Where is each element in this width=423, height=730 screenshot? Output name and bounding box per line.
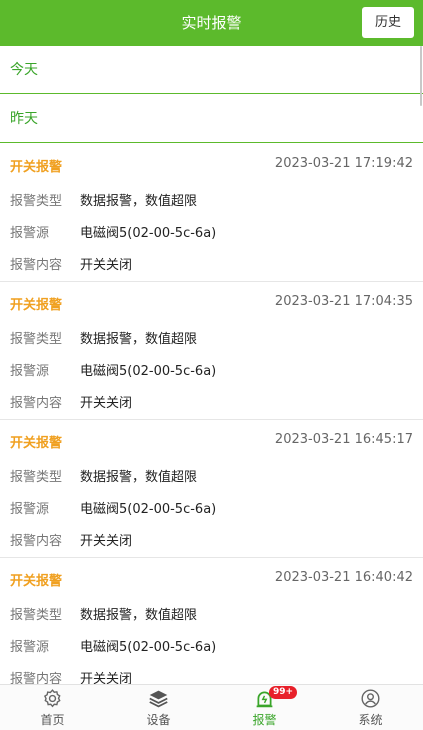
alarm-content-label: 报警内容 xyxy=(10,534,63,549)
bottom-tab-bar: 首页 设备 99+ 报警 系统 xyxy=(0,684,423,730)
alarm-card[interactable]: 开关报警 2023-03-21 16:40:42 报警类型 数据报警，数值超限 报… xyxy=(0,558,423,684)
alarm-content-value: 开关关闭 xyxy=(80,396,133,411)
page-title: 实时报警 xyxy=(181,14,242,32)
alarm-source-value: 电磁阀5(02-00-5c-6a) xyxy=(80,364,217,379)
alarm-type-value: 数据报警，数值超限 xyxy=(80,470,198,485)
alarm-time: 2023-03-21 16:45:17 xyxy=(274,432,413,447)
alarm-title: 开关报警 xyxy=(10,298,63,313)
alarm-type-label: 报警类型 xyxy=(10,608,63,623)
alarm-card[interactable]: 开关报警 2023-03-21 17:19:42 报警类型 数据报警，数值超限 报… xyxy=(0,144,423,282)
alarm-time: 2023-03-21 17:04:35 xyxy=(274,294,413,309)
alarm-source-label: 报警源 xyxy=(10,502,50,517)
tab-alarms[interactable]: 99+ 报警 xyxy=(212,685,317,730)
alarm-source-value: 电磁阀5(02-00-5c-6a) xyxy=(80,502,217,517)
alarm-type-value: 数据报警，数值超限 xyxy=(80,194,198,209)
user-icon xyxy=(361,689,380,708)
top-bar: 实时报警 历史 xyxy=(0,0,423,46)
history-button[interactable]: 历史 xyxy=(362,7,414,38)
alarm-source-label: 报警源 xyxy=(10,364,50,379)
alarm-type-label: 报警类型 xyxy=(10,332,63,347)
tab-home[interactable]: 首页 xyxy=(0,685,105,730)
alarm-type-value: 数据报警，数值超限 xyxy=(80,332,198,347)
alarm-source-value: 电磁阀5(02-00-5c-6a) xyxy=(80,640,217,655)
scrollbar[interactable] xyxy=(420,46,422,106)
alarm-content-label: 报警内容 xyxy=(10,258,63,273)
alarm-source-value: 电磁阀5(02-00-5c-6a) xyxy=(80,226,217,241)
tab-devices[interactable]: 设备 xyxy=(106,685,211,730)
alarm-content-label: 报警内容 xyxy=(10,672,63,684)
alarm-card[interactable]: 开关报警 2023-03-21 16:45:17 报警类型 数据报警，数值超限 报… xyxy=(0,420,423,558)
gear-icon xyxy=(43,689,61,708)
tab-label: 系统 xyxy=(358,713,383,727)
alarm-source-label: 报警源 xyxy=(10,226,50,241)
alarm-type-label: 报警类型 xyxy=(10,470,63,485)
alarm-title: 开关报警 xyxy=(10,574,63,589)
alarm-time: 2023-03-21 16:40:42 xyxy=(274,570,413,585)
layers-icon xyxy=(149,690,168,708)
alarm-list[interactable]: 开关报警 2023-03-21 17:19:42 报警类型 数据报警，数值超限 报… xyxy=(0,144,423,684)
alarm-type-value: 数据报警，数值超限 xyxy=(80,608,198,623)
tab-system[interactable]: 系统 xyxy=(318,685,423,730)
section-yesterday[interactable]: 昨天 xyxy=(0,95,423,143)
alarm-content-value: 开关关闭 xyxy=(80,258,133,273)
alarm-type-label: 报警类型 xyxy=(10,194,63,209)
alarm-source-label: 报警源 xyxy=(10,640,50,655)
alarm-card[interactable]: 开关报警 2023-03-21 17:04:35 报警类型 数据报警，数值超限 报… xyxy=(0,282,423,420)
tab-label: 首页 xyxy=(40,713,65,727)
alarm-title: 开关报警 xyxy=(10,436,63,451)
alarm-content-value: 开关关闭 xyxy=(80,534,133,549)
alarm-content-label: 报警内容 xyxy=(10,396,63,411)
tab-label: 报警 xyxy=(252,713,277,727)
alarm-time: 2023-03-21 17:19:42 xyxy=(274,156,413,171)
section-today[interactable]: 今天 xyxy=(0,46,423,94)
alarm-title: 开关报警 xyxy=(10,160,63,175)
tab-label: 设备 xyxy=(146,713,171,727)
alarm-count-badge: 99+ xyxy=(269,686,298,699)
alarm-content-value: 开关关闭 xyxy=(80,672,133,684)
